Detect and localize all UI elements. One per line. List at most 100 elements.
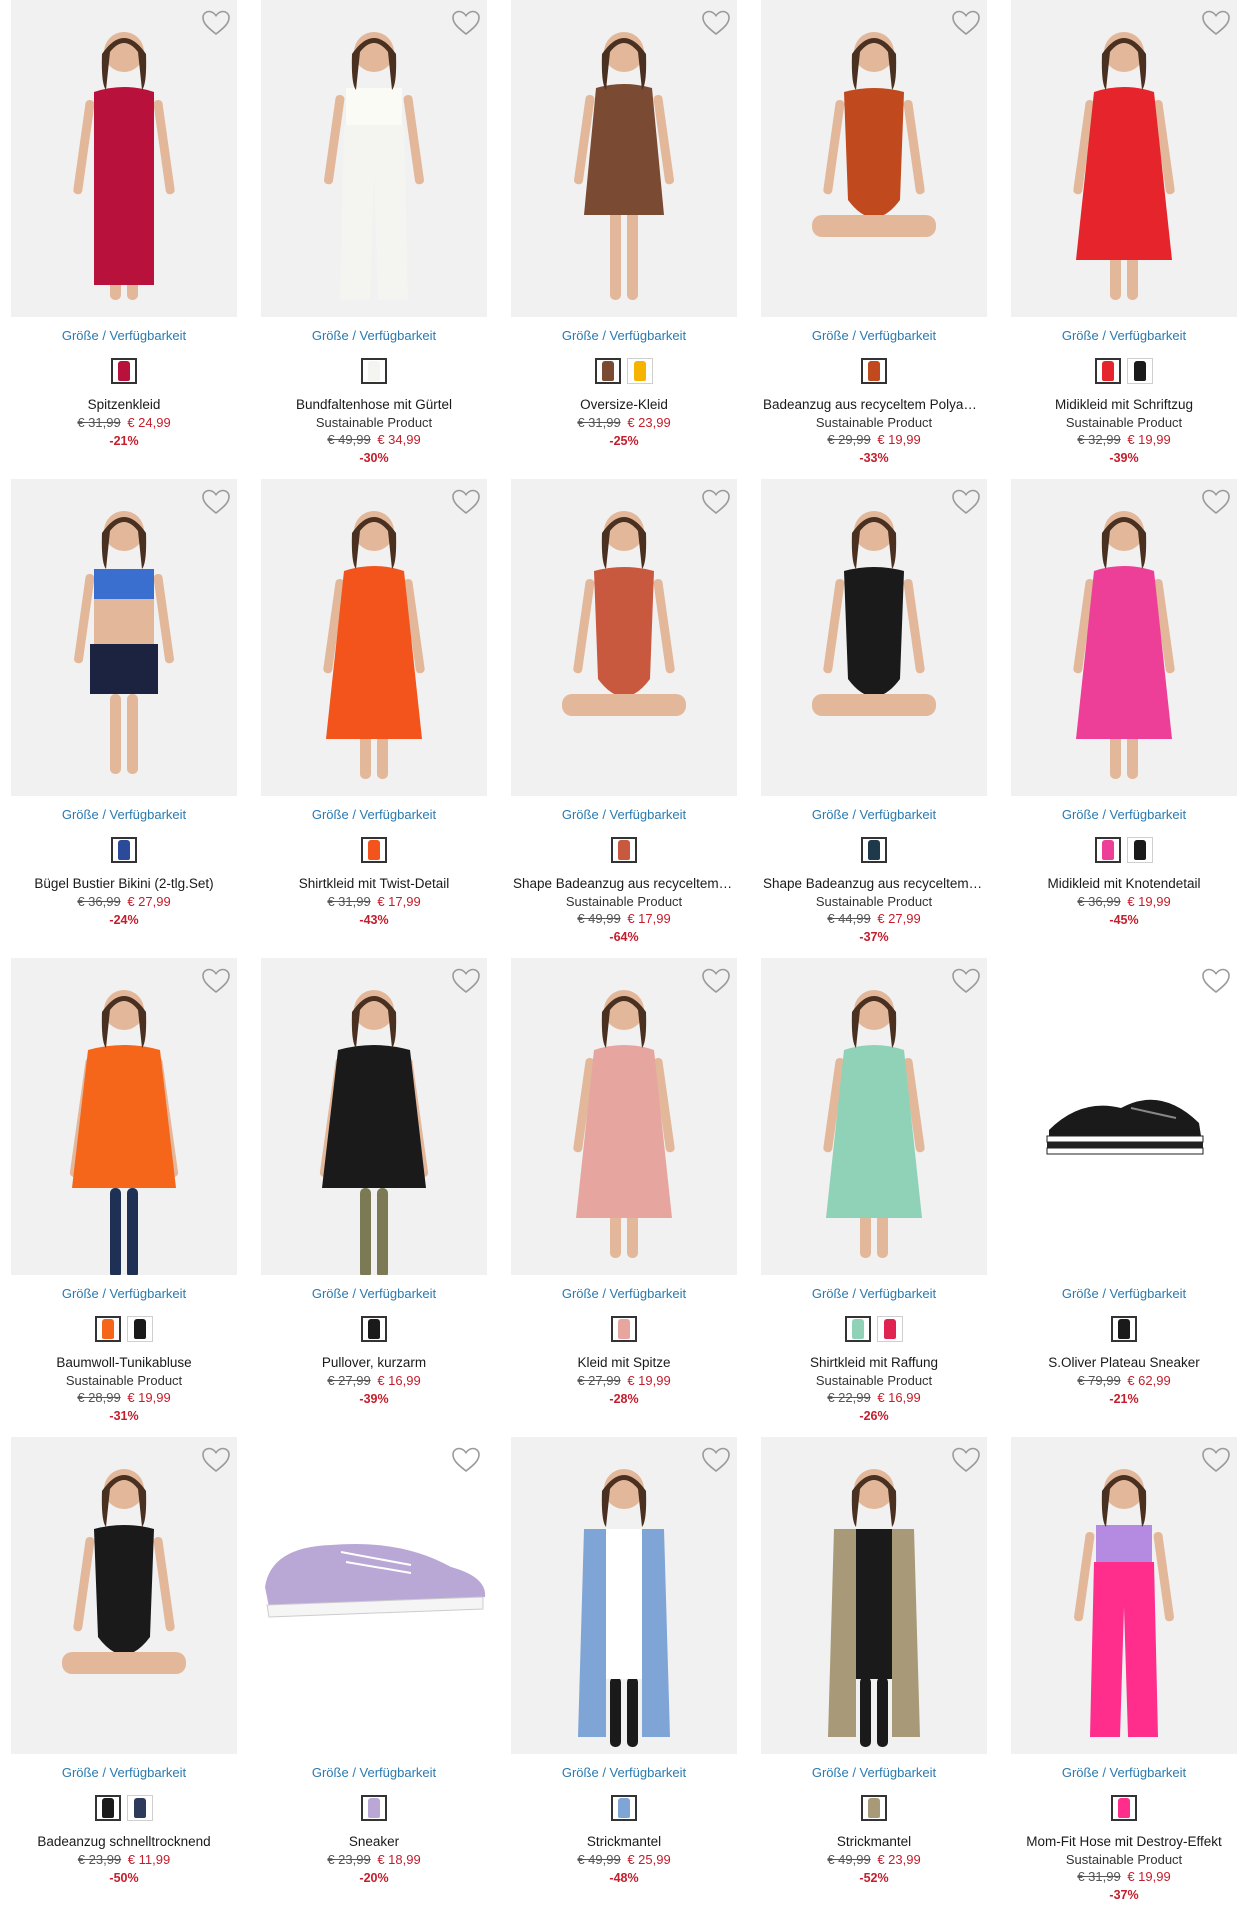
color-swatch[interactable] [611, 1795, 637, 1821]
size-availability-link[interactable]: Größe / Verfügbarkeit [1011, 1765, 1237, 1781]
product-image[interactable] [261, 0, 487, 317]
wishlist-heart-icon[interactable] [201, 488, 231, 516]
color-swatch[interactable] [95, 1795, 121, 1821]
product-image[interactable] [261, 958, 487, 1275]
product-title[interactable]: Shirtkleid mit Twist-Detail [261, 875, 487, 893]
color-swatch[interactable] [595, 358, 621, 384]
product-image[interactable] [11, 479, 237, 796]
product-card[interactable]: Größe / Verfügbarkeit Shape Badeanzug au… [761, 479, 987, 947]
wishlist-heart-icon[interactable] [1201, 9, 1231, 37]
color-swatch[interactable] [877, 1316, 903, 1342]
size-availability-link[interactable]: Größe / Verfügbarkeit [261, 328, 487, 344]
wishlist-heart-icon[interactable] [1201, 1446, 1231, 1474]
product-title[interactable]: Oversize-Kleid [511, 396, 737, 414]
product-card[interactable]: Größe / Verfügbarkeit Bügel Bustier Biki… [11, 479, 237, 930]
size-availability-link[interactable]: Größe / Verfügbarkeit [11, 807, 237, 823]
size-availability-link[interactable]: Größe / Verfügbarkeit [11, 1286, 237, 1302]
product-title[interactable]: Strickmantel [511, 1833, 737, 1851]
color-swatch[interactable] [1127, 837, 1153, 863]
wishlist-heart-icon[interactable] [201, 9, 231, 37]
product-title[interactable]: Bügel Bustier Bikini (2-tlg.Set) [11, 875, 237, 893]
product-image[interactable] [511, 0, 737, 317]
color-swatch[interactable] [361, 358, 387, 384]
color-swatch[interactable] [861, 1795, 887, 1821]
product-title[interactable]: S.Oliver Plateau Sneaker [1011, 1354, 1237, 1372]
wishlist-heart-icon[interactable] [201, 967, 231, 995]
product-title[interactable]: Midikleid mit Knotendetail [1011, 875, 1237, 893]
size-availability-link[interactable]: Größe / Verfügbarkeit [11, 1765, 237, 1781]
product-image[interactable] [11, 958, 237, 1275]
product-title[interactable]: Shape Badeanzug aus recyceltem P... [511, 875, 737, 893]
product-title[interactable]: Bundfaltenhose mit Gürtel [261, 396, 487, 414]
size-availability-link[interactable]: Größe / Verfügbarkeit [511, 328, 737, 344]
product-image[interactable] [761, 1437, 987, 1754]
color-swatch[interactable] [127, 1795, 153, 1821]
wishlist-heart-icon[interactable] [701, 9, 731, 37]
color-swatch[interactable] [1111, 1795, 1137, 1821]
size-availability-link[interactable]: Größe / Verfügbarkeit [261, 1765, 487, 1781]
color-swatch[interactable] [361, 1795, 387, 1821]
product-image[interactable] [511, 479, 737, 796]
product-card[interactable]: Größe / Verfügbarkeit Badeanzug schnellt… [11, 1437, 237, 1888]
size-availability-link[interactable]: Größe / Verfügbarkeit [1011, 328, 1237, 344]
product-image[interactable] [261, 1437, 487, 1754]
size-availability-link[interactable]: Größe / Verfügbarkeit [261, 807, 487, 823]
product-image[interactable] [1011, 479, 1237, 796]
product-image[interactable] [11, 1437, 237, 1754]
product-card[interactable]: Größe / Verfügbarkeit Bundfaltenhose mit… [261, 0, 487, 468]
product-card[interactable]: Größe / Verfügbarkeit Mom-Fit Hose mit D… [1011, 1437, 1237, 1905]
color-swatch[interactable] [95, 1316, 121, 1342]
color-swatch[interactable] [627, 358, 653, 384]
wishlist-heart-icon[interactable] [951, 1446, 981, 1474]
product-card[interactable]: Größe / Verfügbarkeit Sneaker € 23,99 € … [261, 1437, 487, 1888]
wishlist-heart-icon[interactable] [451, 967, 481, 995]
product-card[interactable]: Größe / Verfügbarkeit Oversize-Kleid € 3… [511, 0, 737, 451]
wishlist-heart-icon[interactable] [1201, 488, 1231, 516]
product-card[interactable]: Größe / Verfügbarkeit Shape Badeanzug au… [511, 479, 737, 947]
product-image[interactable] [261, 479, 487, 796]
color-swatch[interactable] [111, 358, 137, 384]
color-swatch[interactable] [111, 837, 137, 863]
product-card[interactable]: Größe / Verfügbarkeit Spitzenkleid € 31,… [11, 0, 237, 451]
product-card[interactable]: Größe / Verfügbarkeit Pullover, kurzarm … [261, 958, 487, 1409]
product-image[interactable] [761, 958, 987, 1275]
product-title[interactable]: Badeanzug schnelltrocknend [11, 1833, 237, 1851]
product-title[interactable]: Sneaker [261, 1833, 487, 1851]
size-availability-link[interactable]: Größe / Verfügbarkeit [761, 328, 987, 344]
product-title[interactable]: Spitzenkleid [11, 396, 237, 414]
product-card[interactable]: Größe / Verfügbarkeit Strickmantel € 49,… [761, 1437, 987, 1888]
product-title[interactable]: Shape Badeanzug aus recyceltem P... [761, 875, 987, 893]
product-image[interactable] [11, 0, 237, 317]
color-swatch[interactable] [1095, 837, 1121, 863]
product-image[interactable] [1011, 0, 1237, 317]
wishlist-heart-icon[interactable] [451, 1446, 481, 1474]
wishlist-heart-icon[interactable] [201, 1446, 231, 1474]
color-swatch[interactable] [361, 837, 387, 863]
color-swatch[interactable] [845, 1316, 871, 1342]
product-title[interactable]: Mom-Fit Hose mit Destroy-Effekt [1011, 1833, 1237, 1851]
wishlist-heart-icon[interactable] [951, 9, 981, 37]
color-swatch[interactable] [1127, 358, 1153, 384]
product-card[interactable]: Größe / Verfügbarkeit Baumwoll-Tunikablu… [11, 958, 237, 1426]
wishlist-heart-icon[interactable] [701, 967, 731, 995]
product-card[interactable]: Größe / Verfügbarkeit Strickmantel € 49,… [511, 1437, 737, 1888]
color-swatch[interactable] [611, 837, 637, 863]
size-availability-link[interactable]: Größe / Verfügbarkeit [511, 1765, 737, 1781]
size-availability-link[interactable]: Größe / Verfügbarkeit [511, 1286, 737, 1302]
product-image[interactable] [1011, 1437, 1237, 1754]
product-card[interactable]: Größe / Verfügbarkeit Midikleid mit Knot… [1011, 479, 1237, 930]
product-card[interactable]: Größe / Verfügbarkeit Midikleid mit Schr… [1011, 0, 1237, 468]
product-title[interactable]: Kleid mit Spitze [511, 1354, 737, 1372]
color-swatch[interactable] [861, 358, 887, 384]
color-swatch[interactable] [127, 1316, 153, 1342]
size-availability-link[interactable]: Größe / Verfügbarkeit [761, 807, 987, 823]
wishlist-heart-icon[interactable] [701, 488, 731, 516]
product-title[interactable]: Baumwoll-Tunikabluse [11, 1354, 237, 1372]
size-availability-link[interactable]: Größe / Verfügbarkeit [761, 1765, 987, 1781]
size-availability-link[interactable]: Größe / Verfügbarkeit [761, 1286, 987, 1302]
product-title[interactable]: Shirtkleid mit Raffung [761, 1354, 987, 1372]
color-swatch[interactable] [861, 837, 887, 863]
size-availability-link[interactable]: Größe / Verfügbarkeit [261, 1286, 487, 1302]
size-availability-link[interactable]: Größe / Verfügbarkeit [1011, 1286, 1237, 1302]
color-swatch[interactable] [1111, 1316, 1137, 1342]
